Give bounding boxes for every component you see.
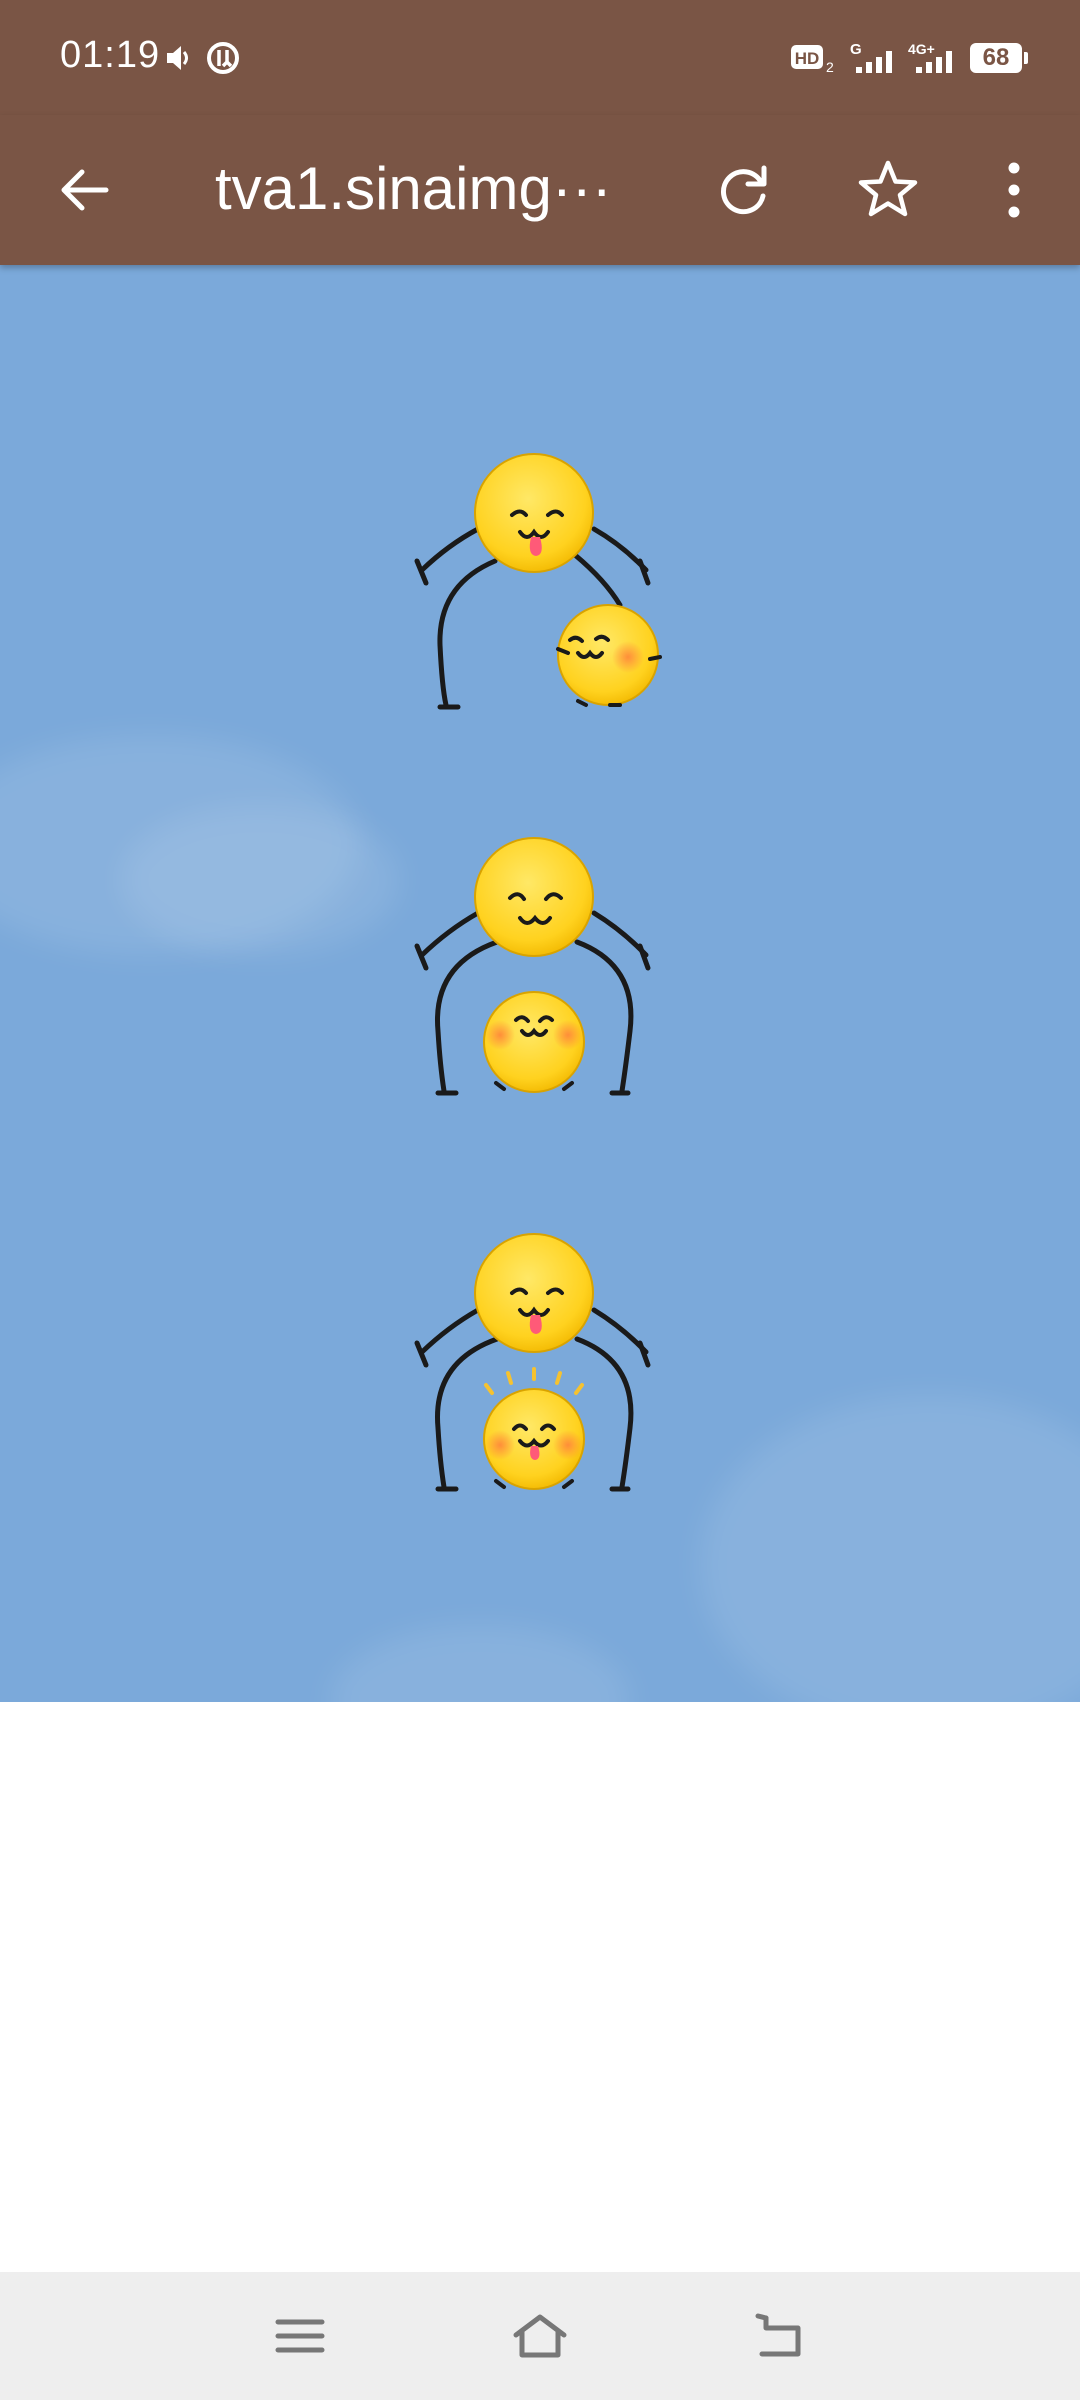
sticker-illustration (414, 453, 662, 1492)
status-time: 01:19 (60, 34, 161, 76)
recent-apps-button[interactable] (260, 2296, 340, 2376)
svg-text:HD: HD (795, 49, 820, 68)
svg-text:G: G (850, 41, 862, 58)
page-url-title[interactable]: tva1.sinaimg··· (215, 145, 645, 233)
reload-button[interactable] (704, 150, 784, 230)
sticker-figure-2 (414, 837, 651, 1096)
sticker-figure-1 (414, 453, 662, 710)
menu-icon (275, 2319, 325, 2353)
reload-icon (721, 165, 767, 215)
signal-4g-plus-icon: 4G+ (908, 41, 952, 73)
signal-g-icon: G (850, 41, 892, 73)
bookmark-button[interactable] (848, 150, 928, 230)
system-back-button[interactable] (740, 2296, 820, 2376)
more-options-button[interactable] (974, 150, 1054, 230)
home-button[interactable] (500, 2296, 580, 2376)
back-icon (755, 2313, 801, 2357)
svg-text:2: 2 (826, 59, 834, 75)
back-button[interactable] (44, 150, 124, 230)
battery-icon: 68 (970, 43, 1028, 73)
system-navigation-bar (0, 2272, 1080, 2400)
home-icon (513, 2314, 567, 2358)
more-vert-icon (1008, 162, 1020, 218)
star-icon (858, 160, 918, 217)
back-arrow-icon (61, 169, 109, 211)
sticker-figure-3 (414, 1233, 651, 1492)
status-bar: 01:19 HD 2 G 4G+ 68 (0, 0, 1080, 115)
volume-icon (167, 46, 188, 70)
svg-text:4G+: 4G+ (908, 41, 935, 57)
browser-toolbar: tva1.sinaimg··· (0, 115, 1080, 265)
image-viewer[interactable] (0, 265, 1080, 1702)
data-saver-icon (207, 42, 239, 74)
hd-icon: HD 2 (791, 45, 834, 75)
